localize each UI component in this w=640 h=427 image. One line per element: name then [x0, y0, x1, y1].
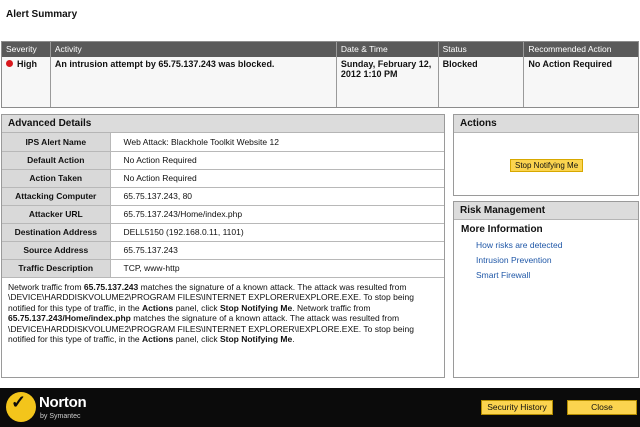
link-intrusion-prevention[interactable]: Intrusion Prevention — [454, 252, 638, 267]
detail-value: Web Attack: Blackhole Toolkit Website 12 — [110, 133, 444, 152]
table-row: IPS Alert Name Web Attack: Blackhole Tool… — [2, 133, 444, 152]
risk-management-panel: Risk Management More Information How ris… — [453, 201, 639, 378]
table-row: Traffic Description TCP, www-http — [2, 259, 444, 278]
desc-text: . — [292, 334, 295, 344]
detail-key: Action Taken — [2, 169, 111, 188]
close-button[interactable]: Close — [567, 400, 637, 415]
header-recommended-action[interactable]: Recommended Action — [524, 42, 638, 57]
detail-key: Destination Address — [2, 223, 111, 242]
detail-key: IPS Alert Name — [2, 133, 111, 152]
window-title: Alert Summary — [6, 9, 78, 20]
desc-url: 65.75.137.243/Home/index.php — [8, 313, 131, 323]
detail-key: Default Action — [2, 151, 111, 170]
table-row: Default Action No Action Required — [2, 151, 444, 170]
table-row: Source Address 65.75.137.243 — [2, 241, 444, 260]
actions-panel: Actions Stop Notifying Me — [453, 114, 639, 196]
detail-value: No Action Required — [110, 169, 444, 188]
table-row: Attacking Computer 65.75.137.243, 80 — [2, 187, 444, 206]
table-row: Attacker URL 65.75.137.243/Home/index.php — [2, 205, 444, 224]
recommended-action-value: No Action Required — [528, 59, 613, 69]
desc-text: Network traffic from — [8, 281, 84, 292]
header-date-time[interactable]: Date & Time — [337, 42, 439, 57]
detail-value: 65.75.137.243 — [110, 241, 444, 260]
severity-dot-icon — [6, 60, 13, 67]
summary-row: High An intrusion attempt by 65.75.137.2… — [2, 57, 638, 107]
table-row: Action Taken No Action Required — [2, 169, 444, 188]
detail-key: Attacker URL — [2, 205, 111, 224]
header-status[interactable]: Status — [439, 42, 525, 57]
table-row: Destination Address DELL5150 (192.168.0.1… — [2, 223, 444, 242]
brand-name: Norton — [39, 394, 87, 411]
actions-title: Actions — [454, 115, 638, 133]
security-history-button[interactable]: Security History — [481, 400, 553, 415]
desc-actions-ref: Actions — [142, 334, 174, 344]
detail-value: TCP, www-http — [110, 259, 444, 278]
advanced-details-panel: Advanced Details IPS Alert Name Web Attac… — [1, 114, 445, 378]
status-value: Blocked — [439, 57, 525, 107]
checkmark-icon: ✓ — [11, 392, 27, 412]
detail-key: Attacking Computer — [2, 187, 111, 206]
desc-text: . Network traffic from — [292, 302, 371, 313]
advanced-details-table: IPS Alert Name Web Attack: Blackhole Tool… — [2, 133, 444, 278]
link-smart-firewall[interactable]: Smart Firewall — [454, 267, 638, 282]
severity-cell: High — [2, 57, 51, 107]
detail-value: No Action Required — [110, 151, 444, 170]
detail-key: Source Address — [2, 241, 111, 260]
summary-header-row: Severity Activity Date & Time Status Rec… — [2, 42, 638, 57]
stop-notifying-button[interactable]: Stop Notifying Me — [510, 159, 584, 172]
header-severity[interactable]: Severity — [2, 42, 51, 57]
traffic-description-text: Network traffic from 65.75.137.243 match… — [2, 278, 444, 349]
date-time-value: Sunday, February 12, 2012 1:10 PM — [337, 57, 439, 107]
severity-value: High — [17, 59, 37, 69]
desc-text: panel, click — [173, 302, 220, 313]
desc-ip: 65.75.137.243 — [83, 281, 139, 292]
link-how-risks-detected[interactable]: How risks are detected — [454, 237, 638, 252]
activity-value: An intrusion attempt by 65.75.137.243 wa… — [51, 57, 337, 107]
advanced-details-title: Advanced Details — [2, 115, 444, 133]
detail-value: 65.75.137.243/Home/index.php — [110, 205, 444, 224]
desc-stop-ref: Stop Notifying Me — [219, 302, 293, 313]
desc-text: panel, click — [173, 334, 220, 344]
header-activity[interactable]: Activity — [51, 42, 337, 57]
desc-stop-ref: Stop Notifying Me — [219, 334, 293, 344]
more-information-heading: More Information — [461, 224, 543, 235]
risk-management-title: Risk Management — [454, 202, 638, 220]
brand-subtitle: by Symantec — [40, 413, 81, 420]
detail-value: 65.75.137.243, 80 — [110, 187, 444, 206]
alert-summary-table: Severity Activity Date & Time Status Rec… — [1, 41, 639, 108]
desc-actions-ref: Actions — [142, 302, 174, 313]
detail-key: Traffic Description — [2, 259, 111, 278]
detail-value: DELL5150 (192.168.0.11, 1101) — [110, 223, 444, 242]
